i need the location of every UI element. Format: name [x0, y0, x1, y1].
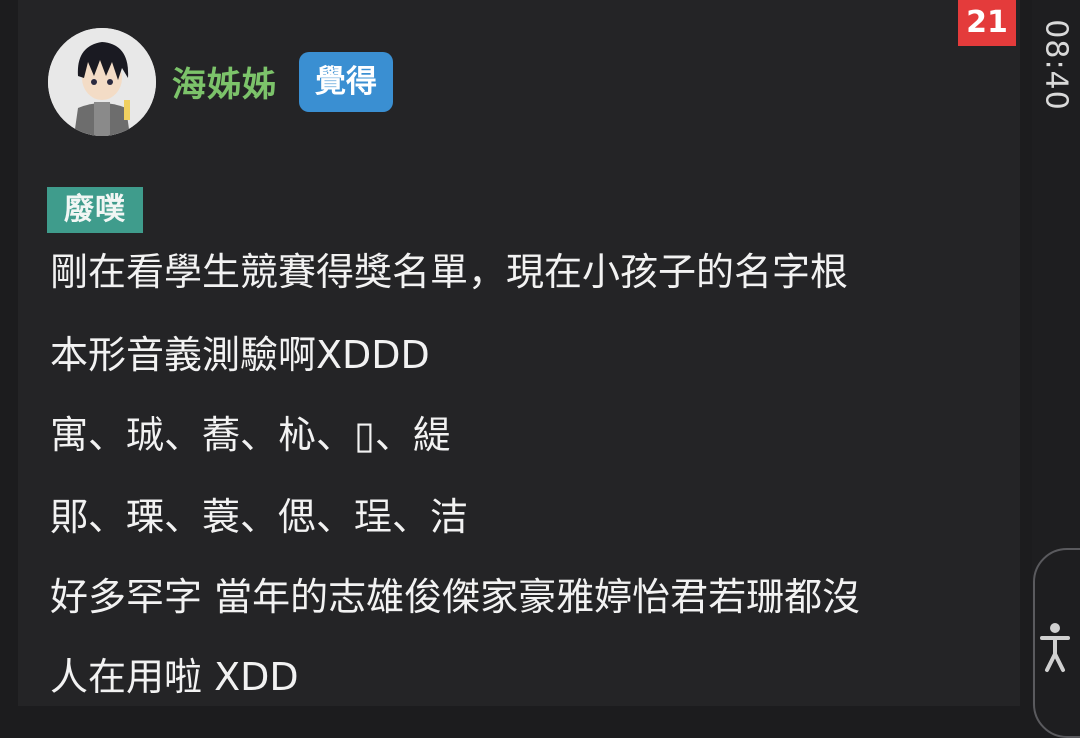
avatar-figure-icon [48, 28, 156, 136]
post-text-line-4: 郥、瑮、蓑、偲、珵、洁 [50, 495, 469, 539]
accessibility-icon [1040, 623, 1070, 672]
post-text-line-1: 剛在看學生競賽得獎名單，現在小孩子的名字根 [50, 250, 849, 294]
post-text-line-5: 好多罕字 當年的志雄俊傑家豪雅婷怡君若珊都沒 [50, 575, 861, 619]
avatar[interactable] [48, 28, 156, 136]
post-text-line-3: 寓、珹、蕎、杺、▯、緹 [50, 413, 451, 457]
author-name[interactable]: 海姊姊 [172, 63, 277, 107]
status-bar-clock: 08:40 [1032, 18, 1080, 112]
post-text-line-6: 人在用啦 XDD [50, 655, 299, 699]
clock-time: 08:40 [1038, 19, 1074, 111]
notification-count-badge[interactable]: 21 [958, 0, 1016, 46]
post-text-line-2: 本形音義測驗啊XDDD [50, 333, 430, 377]
qualifier-tag: 覺得 [299, 52, 393, 112]
sticker-label: 廢噗 [47, 187, 143, 233]
